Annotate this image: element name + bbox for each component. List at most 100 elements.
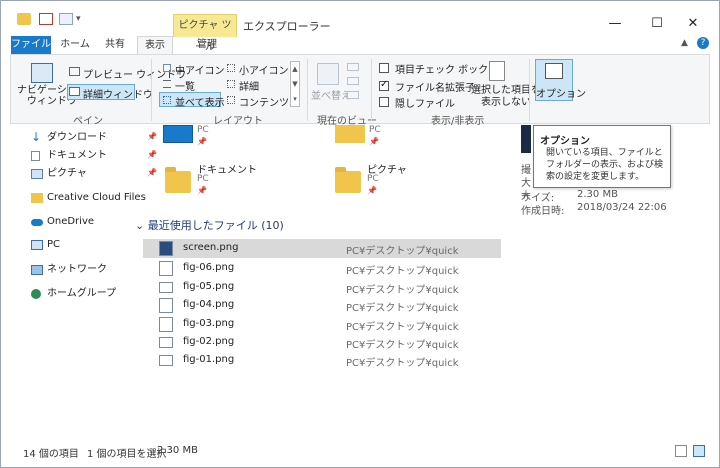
- status-bar: 14 個の項目 1 個の項目を選択 2.30 MB: [1, 439, 719, 467]
- desktop-folder-icon[interactable]: [163, 125, 193, 143]
- ribbon-separator: [371, 59, 372, 121]
- file-extensions-checkbox[interactable]: [379, 79, 389, 91]
- navigation-pane-icon[interactable]: [31, 63, 53, 83]
- pin-icon: 📌: [147, 132, 157, 141]
- help-icon[interactable]: ?: [697, 37, 709, 49]
- tab-home[interactable]: ホーム: [57, 36, 93, 54]
- image-file-icon: [159, 355, 173, 366]
- file-extensions-label: ファイル名拡張子: [395, 83, 475, 94]
- group-by-icon[interactable]: [347, 63, 359, 71]
- detail-created-value: 2018/03/24 22:06: [577, 202, 667, 213]
- folder-location: PC: [197, 125, 209, 135]
- layout-medium-icons[interactable]: 中アイコン: [175, 62, 225, 77]
- detail-created-label: 作成日時:: [521, 206, 565, 217]
- image-file-icon: [159, 282, 173, 293]
- quick-access-dropdown-icon[interactable]: ▾: [76, 14, 81, 24]
- window-title: エクスプローラー: [243, 20, 331, 33]
- layout-small-icons[interactable]: 小アイコン: [239, 62, 289, 77]
- sort-icon: [317, 63, 339, 85]
- pictures-icon: [31, 169, 43, 179]
- file-row[interactable]: fig-04.png PC¥デスクトップ¥quick: [143, 296, 501, 315]
- recent-files-title: 最近使用したファイル (10): [147, 219, 284, 232]
- options-label: オプション: [536, 89, 586, 100]
- file-row[interactable]: fig-05.png PC¥デスクトップ¥quick: [143, 278, 501, 297]
- pin-icon: 📌: [197, 186, 207, 195]
- details-view-icon[interactable]: [675, 445, 687, 457]
- list-icon: [163, 80, 171, 88]
- layout-details[interactable]: 詳細: [239, 78, 259, 93]
- file-row[interactable]: screen.png PC¥デスクトップ¥quick: [143, 239, 501, 258]
- tiles-icon: [163, 96, 171, 104]
- small-icons-icon: [227, 64, 235, 72]
- layout-content[interactable]: コンテンツ: [239, 94, 289, 109]
- pictures-folder-icon[interactable]: [335, 167, 361, 193]
- folder-location: PC: [197, 174, 209, 184]
- group-label-pane: ペイン: [73, 116, 103, 127]
- chevron-down-icon: ⌄: [135, 219, 148, 232]
- options-tooltip: オプション 開いている項目、ファイルとフォルダーの表示、および検索の設定を変更し…: [533, 125, 671, 188]
- details-pane-button[interactable]: 詳細ウィンドウ: [83, 86, 153, 101]
- tooltip-title: オプション: [540, 136, 590, 147]
- file-row[interactable]: fig-03.png PC¥デスクトップ¥quick: [143, 315, 501, 334]
- group-label-layout: レイアウト: [213, 116, 263, 127]
- maximize-button[interactable]: ☐: [645, 14, 669, 34]
- folder-icon: [17, 13, 31, 25]
- status-selected: 1 個の項目を選択: [87, 449, 167, 460]
- add-columns-icon[interactable]: [347, 77, 359, 85]
- tab-share[interactable]: 共有: [99, 36, 131, 54]
- options-icon: [545, 63, 563, 79]
- pin-icon: 📌: [147, 168, 157, 177]
- file-row[interactable]: fig-01.png PC¥デスクトップ¥quick: [143, 351, 501, 370]
- tab-manage[interactable]: 管理: [187, 36, 227, 54]
- collapse-ribbon-icon[interactable]: ▲: [681, 38, 688, 48]
- pin-icon: 📌: [367, 186, 377, 195]
- layout-list[interactable]: 一覧: [175, 78, 195, 93]
- medium-icons-icon: [163, 64, 171, 72]
- recent-files-heading[interactable]: ⌄ 最近使用したファイル (10): [135, 217, 284, 233]
- new-folder-icon[interactable]: [59, 13, 73, 25]
- image-file-icon: [159, 261, 173, 276]
- minimize-button[interactable]: —: [603, 14, 627, 34]
- homegroup-icon: [31, 289, 41, 299]
- tooltip-body: 開いている項目、ファイルとフォルダーの表示、および検索の設定を変更します。: [546, 148, 664, 182]
- status-item-count: 14 個の項目: [23, 449, 79, 460]
- hidden-items-label: 隠しファイル: [395, 99, 455, 110]
- ribbon: ナビゲーション ウィンドウ プレビュー ウィンドウ 詳細ウィンドウ ペイン 中ア…: [10, 54, 710, 127]
- details-icon: [227, 80, 235, 88]
- file-row[interactable]: fig-06.png PC¥デスクトップ¥quick: [143, 259, 501, 278]
- documents-folder-icon[interactable]: [165, 167, 191, 193]
- hidden-items-checkbox[interactable]: [379, 97, 389, 107]
- ribbon-separator: [151, 59, 152, 121]
- layout-tiles[interactable]: 並べて表示: [175, 94, 225, 109]
- properties-icon[interactable]: [39, 13, 53, 25]
- pin-icon: 📌: [147, 150, 157, 159]
- sort-button[interactable]: 並べ替え: [311, 87, 351, 102]
- folder-location: PC: [367, 174, 379, 184]
- preview-thumbnail: [521, 125, 531, 153]
- detail-size-value: 2.30 MB: [577, 189, 618, 200]
- ribbon-separator: [307, 59, 308, 121]
- folder-location: PC: [369, 125, 381, 135]
- tab-view[interactable]: 表示: [137, 36, 173, 54]
- pin-icon: 📌: [197, 137, 207, 146]
- image-file-icon: [159, 298, 173, 313]
- hide-selected-button[interactable]: 選択した項目を 表示しない: [471, 85, 541, 109]
- folder-icon: [31, 193, 43, 203]
- title-bar: ▾ ピクチャ ツール エクスプローラー — ☐ ✕: [1, 1, 719, 53]
- layout-scroll-icon[interactable]: ▲ ▼ ▾: [290, 61, 300, 107]
- image-file-icon: [159, 241, 173, 256]
- size-columns-icon[interactable]: [347, 91, 359, 99]
- file-row[interactable]: fig-02.png PC¥デスクトップ¥quick: [143, 333, 501, 352]
- tab-file[interactable]: ファイル: [11, 36, 51, 54]
- large-icons-view-icon[interactable]: [693, 445, 705, 457]
- close-button[interactable]: ✕: [681, 14, 705, 34]
- explorer-window: ▾ ピクチャ ツール エクスプローラー — ☐ ✕ ファイル ホーム 共有 表示…: [0, 0, 720, 468]
- pin-icon: 📌: [369, 137, 379, 146]
- document-icon: [31, 151, 40, 161]
- item-checkboxes-checkbox[interactable]: [379, 63, 389, 73]
- context-tab-picture-tools: ピクチャ ツール: [173, 14, 237, 53]
- cloud-icon: [31, 219, 43, 226]
- downloads-folder-icon[interactable]: [335, 125, 365, 143]
- status-size: 2.30 MB: [157, 445, 198, 456]
- network-icon: [31, 265, 43, 275]
